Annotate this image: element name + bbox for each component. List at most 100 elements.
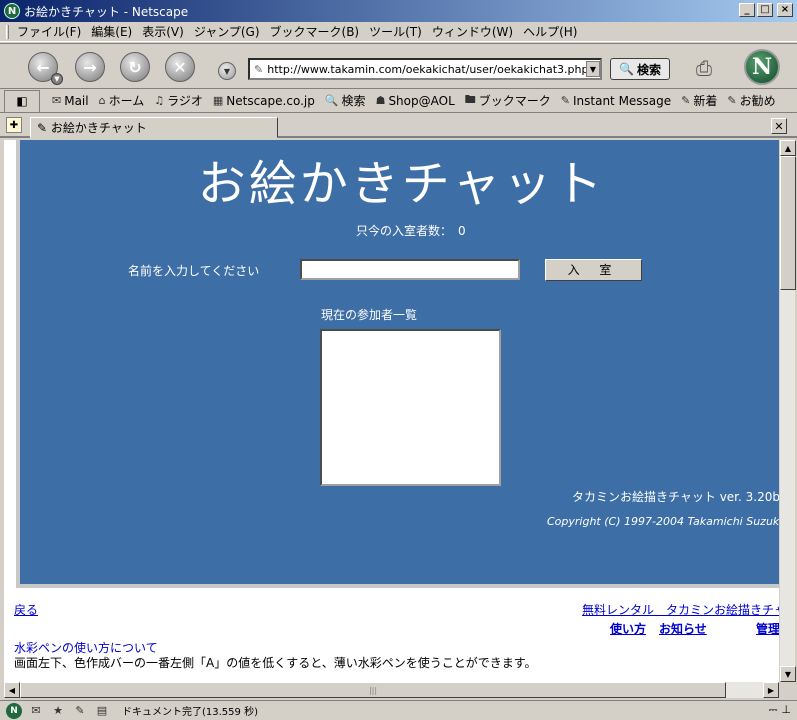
reload-button[interactable]: ↻	[120, 52, 150, 82]
occupant-count-value: 0	[458, 224, 466, 238]
title-bar: N お絵かきチャット - Netscape _ □ ×	[0, 0, 797, 22]
bookmark-search[interactable]: 🔍 検索	[325, 92, 366, 109]
admin-link[interactable]: 管理	[756, 620, 779, 637]
window-title: お絵かきチャット - Netscape	[24, 4, 189, 19]
close-button[interactable]: ×	[777, 3, 793, 17]
maximize-button[interactable]: □	[757, 3, 773, 17]
scroll-left-icon[interactable]: ◀	[4, 682, 20, 698]
bookmark-radio[interactable]: ♫ ラジオ	[154, 92, 203, 109]
netscape-status-icon[interactable]: N	[6, 702, 22, 719]
watercolor-pen-tip-text: 画面左下、色作成バーの一番左側「A」の値を低くすると、薄い水彩ペンを使うことがで…	[14, 656, 537, 670]
aim-status-icon[interactable]: ★	[50, 703, 66, 719]
address-book-status-icon[interactable]: ▤	[94, 703, 110, 719]
menu-help[interactable]: ヘルプ(H)	[523, 23, 577, 40]
security-status-icon[interactable]: ⊥	[781, 703, 791, 717]
copyright: Copyright (C) 1997-2004 Takamichi Suzuki	[547, 515, 779, 528]
page-content: お絵かきチャット 只今の入室者数： 0 名前を入力してください 入 室 現在の参加…	[4, 140, 779, 682]
bookmark-mail[interactable]: ✉ Mail	[52, 94, 89, 108]
search-button-label: 検索	[636, 62, 661, 77]
search-icon: 🔍	[324, 94, 339, 107]
tab-label: お絵かきチャット	[50, 121, 147, 135]
menu-file[interactable]: ファイル(F)	[17, 23, 81, 40]
page-proxy-icon[interactable]: ✎	[254, 63, 263, 76]
usage-link[interactable]: 使い方	[610, 620, 646, 637]
back-button[interactable]: ← ▼	[28, 52, 63, 85]
scroll-right-icon[interactable]: ▶	[763, 682, 779, 698]
bookmark-shop[interactable]: ☗ Shop@AOL	[376, 94, 455, 108]
tab-bar: ✚ ✎ お絵かきチャット ✕	[0, 114, 797, 138]
participant-list[interactable]	[320, 329, 501, 486]
netscape-app-icon[interactable]: N	[4, 3, 20, 19]
new-tab-icon[interactable]: ✚	[6, 117, 22, 133]
occupant-count: 只今の入室者数： 0	[356, 222, 466, 239]
menu-edit[interactable]: 編集(E)	[91, 23, 132, 40]
menu-bookmarks[interactable]: ブックマーク(B)	[270, 23, 360, 40]
tab-page-icon: ✎	[37, 120, 51, 135]
scroll-down-icon[interactable]: ▼	[780, 666, 796, 682]
notice-link[interactable]: お知らせ	[659, 620, 707, 637]
window-controls: _ □ ×	[739, 3, 793, 17]
menu-tools[interactable]: ツール(T)	[369, 23, 422, 40]
back-dropdown-icon[interactable]: ▼	[51, 73, 63, 85]
name-label: 名前を入力してください	[128, 264, 260, 278]
back-arrow-icon: ←	[36, 57, 50, 77]
my-icon: ▦	[212, 94, 224, 107]
tab-oekaki-chat[interactable]: ✎ お絵かきチャット	[30, 117, 278, 138]
mail-icon: ✉	[52, 94, 62, 107]
free-rental-link[interactable]: 無料レンタル タカミンお絵描きチャットver	[582, 601, 779, 618]
menu-go[interactable]: ジャンプ(G)	[194, 23, 260, 40]
status-bar: N ✉ ★ ✎ ▤ ドキュメント完了(13.559 秒) ⎓ ⊥	[0, 700, 797, 720]
radio-icon: ♫	[154, 94, 165, 107]
app-version: タカミンお絵描きチャット ver. 3.20b4	[572, 490, 779, 504]
url-text[interactable]: http://www.takamin.com/oekakichat/user/o…	[267, 63, 586, 76]
status-text: ドキュメント完了(13.559 秒)	[122, 707, 258, 718]
url-history-dropdown-icon[interactable]: ▼	[218, 62, 236, 80]
personal-toolbar: ◧ ✉ Mail ⌂ ホーム ♫ ラジオ ▦ Netscape.co.jp 🔍 検索 ☗ S…	[0, 89, 797, 113]
mail-status-icon[interactable]: ✉	[28, 703, 44, 719]
stop-icon: ✕	[173, 57, 187, 77]
horizontal-scrollbar[interactable]: ◀ ||| ▶	[4, 682, 779, 698]
status-right-icons: ⎓ ⊥	[769, 703, 791, 717]
scroll-up-icon[interactable]: ▲	[780, 140, 796, 156]
bookmark-instant-message[interactable]: ✎ Instant Message	[561, 94, 671, 108]
url-dropdown-icon[interactable]: ▼	[586, 61, 600, 77]
chat-entry-panel: お絵かきチャット 只今の入室者数： 0 名前を入力してください 入 室 現在の参加…	[16, 140, 779, 588]
bookmark-netscape[interactable]: ▦ Netscape.co.jp	[213, 94, 315, 108]
magnifier-icon: 🔍	[619, 62, 634, 76]
home-icon: ⌂	[98, 94, 106, 107]
url-bar[interactable]: ✎ http://www.takamin.com/oekakichat/user…	[248, 58, 602, 80]
forward-arrow-icon: →	[83, 57, 97, 77]
page-title: お絵かきチャット	[197, 156, 606, 212]
connection-status-icon[interactable]: ⎓	[769, 703, 778, 717]
minimize-button[interactable]: _	[739, 3, 755, 17]
print-icon[interactable]: ⎙	[696, 56, 726, 80]
occupant-count-label: 只今の入室者数：	[356, 224, 453, 238]
netscape-logo-icon[interactable]: N	[744, 49, 780, 85]
vertical-scrollbar[interactable]: ▲ ▼	[779, 140, 796, 682]
toolbar-grip[interactable]	[6, 24, 9, 39]
sidebar-toggle-icon[interactable]: ◧	[4, 89, 40, 112]
link-icon: ✎	[727, 94, 737, 107]
bookmarks-folder[interactable]: 🖿 ブックマーク	[465, 91, 551, 110]
link-icon: ✎	[681, 94, 691, 107]
search-button[interactable]: 🔍 検索	[610, 58, 670, 80]
bookmark-recommend[interactable]: ✎ お勧め	[727, 92, 775, 109]
back-link[interactable]: 戻る	[14, 601, 38, 618]
menu-bar: ファイル(F) 編集(E) 表示(V) ジャンプ(G) ブックマーク(B) ツー…	[0, 22, 797, 42]
reload-icon: ↻	[128, 57, 142, 77]
shop-icon: ☗	[375, 94, 386, 107]
forward-button[interactable]: →	[75, 52, 105, 82]
vertical-scroll-thumb[interactable]	[780, 156, 796, 290]
horizontal-scroll-thumb[interactable]: |||	[20, 682, 726, 698]
enter-room-button[interactable]: 入 室	[545, 259, 642, 281]
composer-status-icon[interactable]: ✎	[72, 703, 88, 719]
link-icon: ✎	[560, 94, 570, 107]
menu-window[interactable]: ウィンドウ(W)	[432, 23, 513, 40]
participant-list-label: 現在の参加者一覧	[321, 308, 418, 322]
bookmark-new[interactable]: ✎ 新着	[681, 92, 717, 109]
close-tab-icon[interactable]: ✕	[771, 118, 787, 134]
name-input[interactable]	[300, 259, 520, 280]
bookmark-home[interactable]: ⌂ ホーム	[99, 92, 145, 109]
menu-view[interactable]: 表示(V)	[142, 23, 184, 40]
stop-button[interactable]: ✕	[165, 52, 195, 82]
